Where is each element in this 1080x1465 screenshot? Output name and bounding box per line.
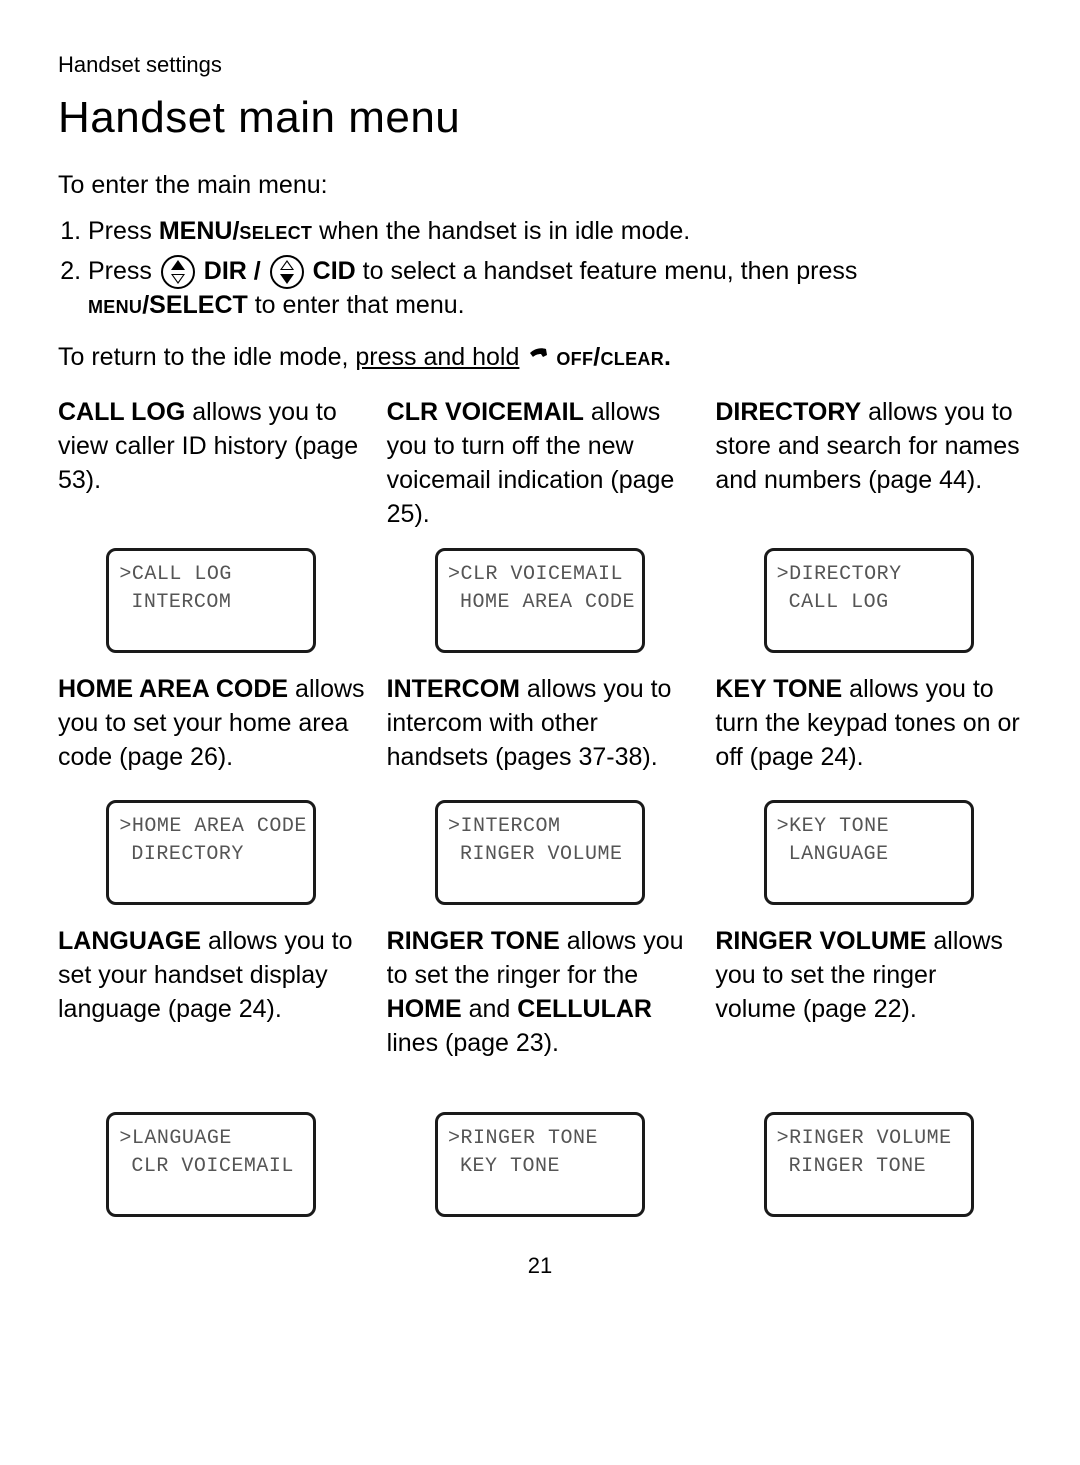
step2-tail: to enter that menu. xyxy=(248,291,465,319)
step2-menu-select: menu/SELECT xyxy=(88,291,248,319)
lcd-line: >KEY TONE xyxy=(777,813,961,841)
phone-off-icon xyxy=(528,346,552,370)
lcd-call-log: >CALL LOGINTERCOM xyxy=(106,548,316,653)
lcd-line: HOME AREA CODE xyxy=(448,589,632,617)
lcd-line: >RINGER TONE xyxy=(448,1125,632,1153)
dpad-down-icon xyxy=(270,255,304,289)
lcd-line: >LANGUAGE xyxy=(119,1125,303,1153)
steps-list: Press MENU/select when the handset is in… xyxy=(58,215,1022,323)
desc-ringer-volume: RINGER VOLUME allows you to set the ring… xyxy=(715,925,1022,1100)
step1-bold: MENU/select xyxy=(159,217,312,245)
cell-clr-voicemail: CLR VOICEMAIL allows you to turn off the… xyxy=(387,396,694,659)
lcd-line: CALL LOG xyxy=(777,589,961,617)
lcd-home-area-code: >HOME AREA CODEDIRECTORY xyxy=(106,800,316,905)
lcd-line: >CLR VOICEMAIL xyxy=(448,561,632,589)
step1-rest: when the handset is in idle mode. xyxy=(312,217,690,245)
return-tail: off/clear. xyxy=(556,343,671,371)
desc-intercom: INTERCOM allows you to intercom with oth… xyxy=(387,673,694,788)
cell-ringer-tone: RINGER TONE allows you to set the ringer… xyxy=(387,925,694,1223)
dir-label: DIR / xyxy=(197,257,268,285)
return-underline: press and hold xyxy=(355,343,519,371)
lcd-ringer-volume: >RINGER VOLUMERINGER TONE xyxy=(764,1112,974,1217)
lcd-line: DIRECTORY xyxy=(119,841,303,869)
desc-key-tone: KEY TONE allows you to turn the keypad t… xyxy=(715,673,1022,788)
step2-prefix: Press xyxy=(88,257,159,285)
cell-ringer-volume: RINGER VOLUME allows you to set the ring… xyxy=(715,925,1022,1223)
lcd-clr-voicemail: >CLR VOICEMAILHOME AREA CODE xyxy=(435,548,645,653)
lcd-directory: >DIRECTORYCALL LOG xyxy=(764,548,974,653)
dpad-up-icon xyxy=(161,255,195,289)
desc-directory: DIRECTORY allows you to store and search… xyxy=(715,396,1022,536)
lcd-line: INTERCOM xyxy=(119,589,303,617)
lcd-line: >RINGER VOLUME xyxy=(777,1125,961,1153)
cell-directory: DIRECTORY allows you to store and search… xyxy=(715,396,1022,659)
lcd-line: RINGER TONE xyxy=(777,1153,961,1181)
desc-home-area-code: HOME AREA CODE allows you to set your ho… xyxy=(58,673,365,788)
step2-mid: to select a handset feature menu, then p… xyxy=(356,257,858,285)
section-label: Handset settings xyxy=(58,50,1022,80)
desc-call-log: CALL LOG allows you to view caller ID hi… xyxy=(58,396,365,536)
lcd-ringer-tone: >RINGER TONEKEY TONE xyxy=(435,1112,645,1217)
cell-call-log: CALL LOG allows you to view caller ID hi… xyxy=(58,396,365,659)
cell-intercom: INTERCOM allows you to intercom with oth… xyxy=(387,673,694,911)
lcd-line: RINGER VOLUME xyxy=(448,841,632,869)
page-title: Handset main menu xyxy=(58,88,1022,147)
return-line: To return to the idle mode, press and ho… xyxy=(58,341,1022,375)
lcd-line: >HOME AREA CODE xyxy=(119,813,303,841)
step-1: Press MENU/select when the handset is in… xyxy=(88,215,1022,249)
desc-clr-voicemail: CLR VOICEMAIL allows you to turn off the… xyxy=(387,396,694,536)
page-number: 21 xyxy=(58,1251,1022,1281)
step-2: Press DIR / CID to select a handset feat… xyxy=(88,255,1022,323)
lcd-line: >CALL LOG xyxy=(119,561,303,589)
lcd-line: KEY TONE xyxy=(448,1153,632,1181)
return-lead: To return to the idle mode, xyxy=(58,343,355,371)
lcd-line: >INTERCOM xyxy=(448,813,632,841)
menu-grid: CALL LOG allows you to view caller ID hi… xyxy=(58,396,1022,1223)
step1-prefix: Press xyxy=(88,217,159,245)
lcd-language: >LANGUAGECLR VOICEMAIL xyxy=(106,1112,316,1217)
cell-home-area-code: HOME AREA CODE allows you to set your ho… xyxy=(58,673,365,911)
lcd-key-tone: >KEY TONELANGUAGE xyxy=(764,800,974,905)
lcd-line: CLR VOICEMAIL xyxy=(119,1153,303,1181)
cid-label: CID xyxy=(306,257,356,285)
desc-ringer-tone: RINGER TONE allows you to set the ringer… xyxy=(387,925,694,1100)
cell-key-tone: KEY TONE allows you to turn the keypad t… xyxy=(715,673,1022,911)
desc-language: LANGUAGE allows you to set your handset … xyxy=(58,925,365,1100)
cell-language: LANGUAGE allows you to set your handset … xyxy=(58,925,365,1223)
intro-text: To enter the main menu: xyxy=(58,169,1022,203)
lcd-line: >DIRECTORY xyxy=(777,561,961,589)
lcd-line: LANGUAGE xyxy=(777,841,961,869)
lcd-intercom: >INTERCOMRINGER VOLUME xyxy=(435,800,645,905)
